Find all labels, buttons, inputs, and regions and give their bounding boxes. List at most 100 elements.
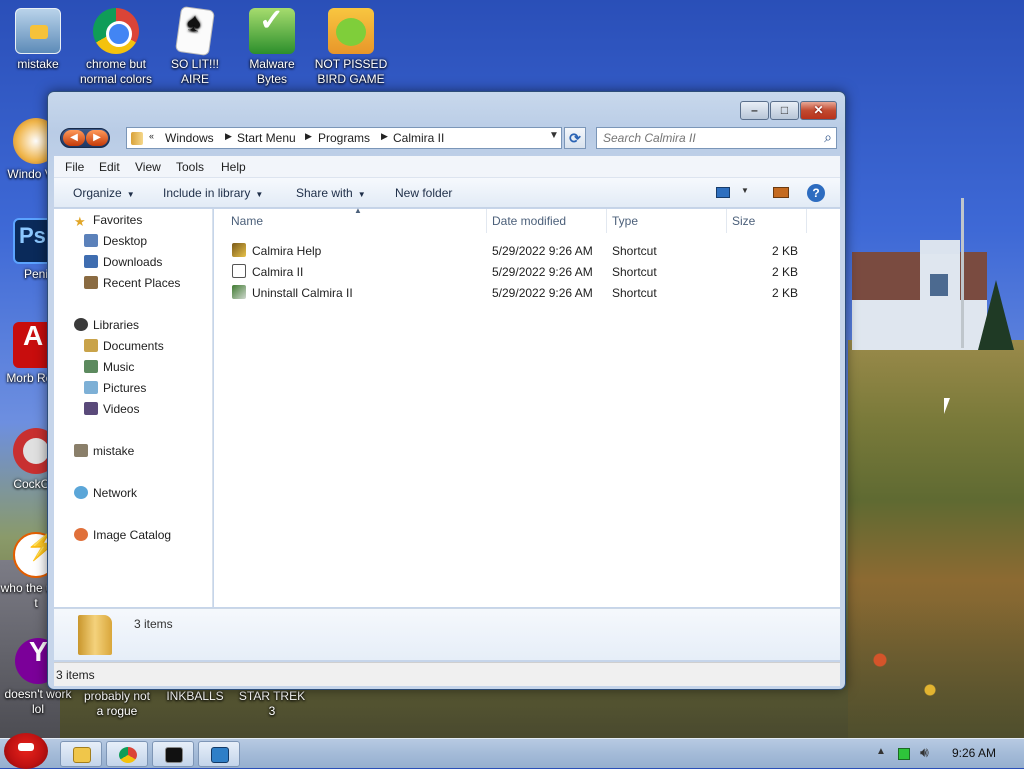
search-icon[interactable]: ⌕ bbox=[824, 129, 832, 146]
nav-network[interactable]: Network bbox=[74, 486, 137, 504]
nav-documents[interactable]: Documents bbox=[84, 339, 164, 357]
pig-icon bbox=[328, 8, 374, 54]
desktop-icon-chrome[interactable]: chrome but normal colors bbox=[78, 8, 154, 87]
organize-button[interactable]: Organize ▼ bbox=[73, 186, 135, 200]
change-view-icon[interactable] bbox=[716, 187, 730, 198]
desktop-icon-label: NOT PISSED BIRD GAME bbox=[314, 57, 388, 86]
table-row[interactable]: Calmira II 5/29/2022 9:26 AM Shortcut 2 … bbox=[232, 262, 832, 282]
breadcrumb-separator-icon[interactable]: ▶ bbox=[305, 131, 312, 142]
nav-desktop[interactable]: Desktop bbox=[84, 234, 147, 252]
breadcrumb-windows[interactable]: Windows bbox=[165, 131, 214, 145]
forward-button[interactable]: ▶ bbox=[86, 130, 108, 146]
menu-help[interactable]: Help bbox=[221, 160, 246, 174]
desktop-icon bbox=[84, 234, 98, 247]
taskbar-explorer[interactable] bbox=[60, 741, 102, 767]
menu-tools[interactable]: Tools bbox=[176, 160, 204, 174]
nav-label: Libraries bbox=[93, 318, 140, 332]
chevron-down-icon: ▼ bbox=[126, 190, 135, 199]
menu-view[interactable]: View bbox=[135, 160, 161, 174]
column-header-size[interactable]: Size bbox=[732, 214, 755, 228]
clock[interactable]: 9:26 AM bbox=[952, 746, 996, 760]
menu-bar: File Edit View Tools Help bbox=[54, 156, 840, 178]
breadcrumb-start-menu[interactable]: Start Menu bbox=[237, 131, 296, 145]
include-in-library-button[interactable]: Include in library ▼ bbox=[163, 186, 263, 200]
column-divider[interactable] bbox=[806, 209, 807, 233]
nav-favorites[interactable]: ★ Favorites bbox=[74, 213, 142, 231]
help-icon[interactable]: ? bbox=[807, 184, 825, 202]
column-header-type[interactable]: Type bbox=[612, 214, 638, 228]
nav-image-catalog[interactable]: Image Catalog bbox=[74, 528, 171, 546]
start-button[interactable] bbox=[4, 733, 48, 769]
search-box[interactable]: ⌕ bbox=[596, 127, 837, 149]
volume-icon[interactable]: 🔊︎ bbox=[920, 744, 929, 761]
share-with-button[interactable]: Share with ▼ bbox=[296, 186, 366, 200]
file-date: 5/29/2022 9:26 AM bbox=[492, 244, 593, 258]
minimize-button[interactable]: – bbox=[740, 101, 769, 120]
column-divider[interactable] bbox=[606, 209, 607, 233]
maximize-button[interactable]: □ bbox=[770, 101, 799, 120]
nav-label: Recent Places bbox=[103, 276, 181, 290]
nav-videos[interactable]: Videos bbox=[84, 402, 139, 420]
file-name: Calmira II bbox=[252, 265, 304, 279]
desktop-wallpaper-flagpole bbox=[961, 198, 964, 348]
column-header-date-modified[interactable]: Date modified bbox=[492, 214, 566, 228]
desktop-icon-solitaire[interactable]: SO LIT!!! AIRE bbox=[157, 5, 233, 87]
details-pane: 3 items bbox=[54, 608, 840, 660]
breadcrumb-calmira[interactable]: Calmira II bbox=[393, 131, 444, 145]
breadcrumb-programs[interactable]: Programs bbox=[318, 131, 370, 145]
show-hidden-icons-icon[interactable]: ▲ bbox=[876, 746, 886, 757]
close-icon: ✕ bbox=[813, 103, 824, 117]
search-input[interactable] bbox=[601, 130, 801, 146]
music-icon bbox=[84, 360, 98, 373]
battery-icon[interactable] bbox=[898, 748, 910, 760]
table-row[interactable]: Uninstall Calmira II 5/29/2022 9:26 AM S… bbox=[232, 283, 832, 303]
nav-downloads[interactable]: Downloads bbox=[84, 255, 162, 273]
refresh-button[interactable]: ⟳ bbox=[564, 127, 586, 149]
navigation-buttons: ◀ ▶ bbox=[60, 128, 110, 148]
desktop-icon-malwarebytes[interactable]: Malware Bytes bbox=[234, 8, 310, 87]
breadcrumb-separator-icon[interactable]: ▶ bbox=[381, 131, 388, 142]
desktop-icon-mistake[interactable]: mistake bbox=[0, 8, 76, 72]
close-button[interactable]: ✕ bbox=[800, 101, 837, 120]
nav-libraries[interactable]: Libraries bbox=[74, 318, 139, 336]
libraries-icon bbox=[74, 318, 88, 331]
desktop-icon-inkballs[interactable]: INKBALLS bbox=[157, 689, 233, 704]
preview-pane-icon[interactable] bbox=[773, 187, 789, 198]
taskbar-chrome[interactable] bbox=[106, 741, 148, 767]
back-arrow-icon: ◀ bbox=[70, 132, 78, 143]
desktop-icon-pig-game[interactable]: NOT PISSED BIRD GAME bbox=[313, 8, 389, 87]
menu-file[interactable]: File bbox=[65, 160, 84, 174]
nav-recent-places[interactable]: Recent Places bbox=[84, 276, 180, 294]
new-folder-button[interactable]: New folder bbox=[395, 186, 452, 200]
column-divider[interactable] bbox=[486, 209, 487, 233]
menu-edit[interactable]: Edit bbox=[99, 160, 120, 174]
sort-ascending-icon: ▲ bbox=[354, 206, 362, 215]
address-bar[interactable]: « Windows ▶ Start Menu ▶ Programs ▶ Calm… bbox=[126, 127, 562, 149]
back-button[interactable]: ◀ bbox=[63, 130, 85, 146]
column-header-name[interactable]: Name bbox=[231, 214, 263, 228]
taskbar-command-prompt[interactable] bbox=[152, 741, 194, 767]
network-icon bbox=[74, 486, 88, 499]
file-size: 2 KB bbox=[771, 265, 798, 279]
address-dropdown-icon[interactable]: ▼ bbox=[549, 130, 559, 141]
column-divider[interactable] bbox=[726, 209, 727, 233]
file-type: Shortcut bbox=[612, 244, 657, 258]
nav-label: Videos bbox=[103, 402, 140, 416]
nav-label: Desktop bbox=[103, 234, 148, 248]
nav-pictures[interactable]: Pictures bbox=[84, 381, 146, 399]
file-name: Uninstall Calmira II bbox=[252, 286, 353, 300]
breadcrumb-overflow-icon[interactable]: « bbox=[149, 131, 154, 141]
uninstall-icon bbox=[232, 285, 246, 299]
table-row[interactable]: Calmira Help 5/29/2022 9:26 AM Shortcut … bbox=[232, 241, 832, 261]
taskbar: ▲ 🔊︎ 9:26 AM bbox=[0, 733, 1024, 769]
include-in-library-label: Include in library bbox=[163, 186, 251, 200]
taskbar-app[interactable] bbox=[198, 741, 240, 767]
desktop-icon-rogue[interactable]: probably not a rogue bbox=[79, 689, 155, 719]
breadcrumb-separator-icon[interactable]: ▶ bbox=[225, 131, 232, 142]
view-options-dropdown-icon[interactable]: ▼ bbox=[741, 186, 749, 195]
solitaire-icon bbox=[174, 5, 216, 57]
nav-music[interactable]: Music bbox=[84, 360, 134, 378]
desktop-icon-star-trek[interactable]: STAR TREK 3 bbox=[234, 689, 310, 719]
nav-user[interactable]: mistake bbox=[74, 444, 134, 462]
shield-icon bbox=[249, 8, 295, 54]
